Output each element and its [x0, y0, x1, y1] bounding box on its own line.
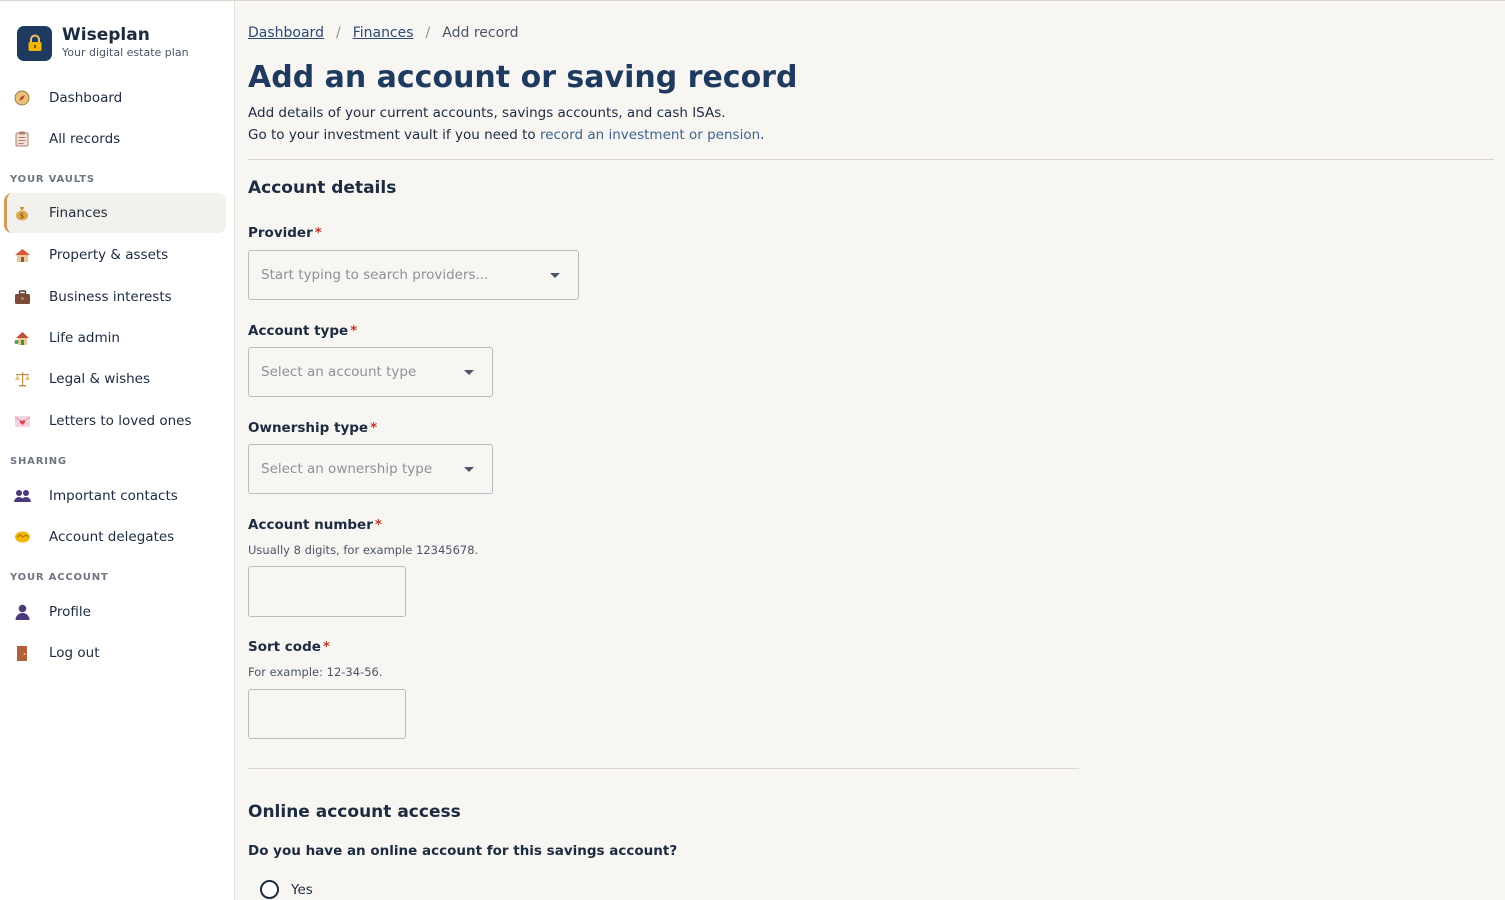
page-intro: Add details of your current accounts, sa… [248, 102, 764, 146]
compass-icon [13, 89, 31, 107]
required-marker: * [370, 420, 378, 436]
people-icon [13, 487, 31, 505]
sort-code-hint: For example: 12-34-56. [248, 665, 383, 679]
intro-line-1: Add details of your current accounts, sa… [248, 105, 726, 121]
sidebar-item-label: Property & assets [49, 247, 169, 263]
sidebar-item-contacts[interactable]: Important contacts [4, 476, 226, 516]
section-label-account: YOUR ACCOUNT [10, 572, 109, 583]
page-title: Add an account or saving record [248, 60, 798, 95]
briefcase-icon [13, 288, 31, 306]
brand[interactable]: Wiseplan Your digital estate plan [17, 25, 189, 61]
section-label-sharing: SHARING [10, 456, 67, 467]
section-title-online-access: Online account access [248, 802, 461, 822]
required-marker: * [350, 323, 358, 339]
account-number-label: Account number * [248, 517, 382, 533]
account-number-input[interactable] [248, 566, 406, 617]
ownership-type-placeholder: Select an ownership type [261, 461, 433, 477]
clipboard-icon [13, 130, 31, 148]
sidebar-item-delegates[interactable]: Account delegates [4, 517, 226, 557]
house-garden-icon [13, 329, 31, 347]
house-icon [13, 246, 31, 264]
app-tagline: Your digital estate plan [62, 46, 189, 59]
sidebar-item-label: Legal & wishes [49, 371, 151, 387]
radio-label: Yes [291, 881, 313, 898]
radio-button[interactable] [260, 880, 279, 899]
required-marker: * [322, 639, 330, 655]
scales-icon [13, 370, 31, 388]
money-bag-icon: $ [13, 204, 31, 222]
provider-label: Provider * [248, 225, 322, 241]
breadcrumb-current: Add record [442, 25, 519, 41]
handshake-icon [13, 528, 31, 546]
account-number-hint: Usually 8 digits, for example 12345678. [248, 543, 479, 557]
sidebar-item-label: All records [49, 131, 121, 147]
provider-placeholder: Start typing to search providers... [261, 267, 489, 283]
svg-text:$: $ [20, 212, 24, 220]
sidebar-item-dashboard[interactable]: Dashboard [4, 78, 226, 118]
sidebar-item-property[interactable]: Property & assets [4, 235, 226, 275]
sidebar-item-profile[interactable]: Profile [4, 592, 226, 632]
ownership-type-label: Ownership type * [248, 420, 378, 436]
section-label-vaults: YOUR VAULTS [10, 174, 95, 185]
account-type-label: Account type * [248, 323, 358, 339]
intro-line-2: Go to your investment vault if you need … [248, 127, 765, 143]
account-type-placeholder: Select an account type [261, 364, 417, 380]
investment-vault-link[interactable]: record an investment or pension [540, 127, 760, 143]
sidebar-item-label: Account delegates [49, 529, 175, 545]
breadcrumb-separator: / [425, 25, 431, 41]
sidebar-item-label: Dashboard [49, 90, 123, 106]
sidebar-item-label: Important contacts [49, 488, 178, 504]
sidebar-item-legal[interactable]: Legal & wishes [4, 359, 226, 399]
sort-code-input[interactable] [248, 689, 406, 739]
sidebar: Wiseplan Your digital estate plan Dashbo… [0, 1, 235, 900]
online-account-question: Do you have an online account for this s… [248, 843, 678, 859]
sidebar-item-label: Log out [49, 645, 100, 661]
ownership-type-select[interactable]: Select an ownership type [248, 444, 493, 494]
sidebar-item-logout[interactable]: Log out [4, 633, 226, 673]
breadcrumb-link-finances[interactable]: Finances [353, 25, 414, 41]
required-marker: * [314, 225, 322, 241]
radio-option-yes[interactable]: Yes [260, 880, 313, 899]
sidebar-item-business[interactable]: Business interests [4, 277, 226, 317]
sort-code-label: Sort code * [248, 639, 330, 655]
section-title-account-details: Account details [248, 178, 397, 198]
sidebar-item-label: Finances [49, 205, 108, 221]
divider [248, 768, 1079, 769]
chevron-down-icon [464, 467, 474, 472]
door-icon [13, 644, 31, 662]
breadcrumb: Dashboard / Finances / Add record [248, 25, 519, 41]
sidebar-item-finances[interactable]: $ Finances [4, 193, 226, 233]
sidebar-item-label: Life admin [49, 330, 120, 346]
sidebar-item-all-records[interactable]: All records [4, 119, 226, 159]
chevron-down-icon [550, 273, 560, 278]
breadcrumb-separator: / [335, 25, 341, 41]
person-icon [13, 603, 31, 621]
chevron-down-icon [464, 370, 474, 375]
sidebar-item-label: Letters to loved ones [49, 413, 192, 429]
account-type-select[interactable]: Select an account type [248, 347, 493, 397]
love-letter-icon [13, 412, 31, 430]
sidebar-item-letters[interactable]: Letters to loved ones [4, 401, 226, 441]
required-marker: * [374, 517, 382, 533]
divider [248, 159, 1494, 160]
sidebar-item-label: Business interests [49, 289, 172, 305]
lock-icon [17, 25, 52, 61]
breadcrumb-link-dashboard[interactable]: Dashboard [248, 25, 324, 41]
app-name: Wiseplan [62, 25, 150, 45]
sidebar-item-life-admin[interactable]: Life admin [4, 318, 226, 358]
provider-combobox[interactable]: Start typing to search providers... [248, 250, 579, 300]
sidebar-item-label: Profile [49, 604, 91, 620]
